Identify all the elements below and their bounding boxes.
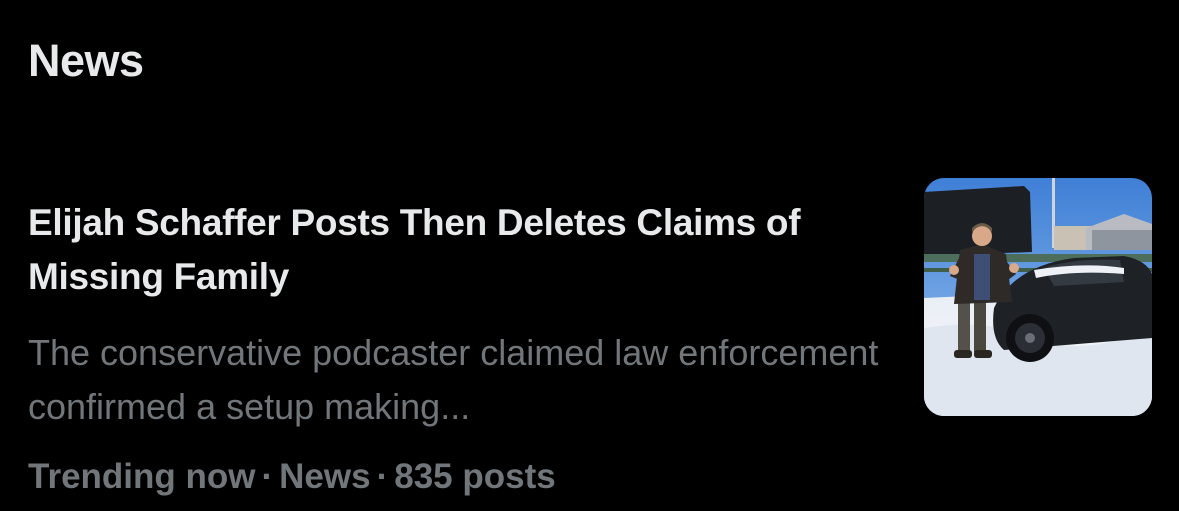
meta-separator: ·: [376, 457, 389, 496]
meta-separator: ·: [261, 457, 274, 496]
post-count: 835 posts: [394, 457, 556, 496]
thumbnail-image: [924, 178, 1152, 416]
news-story-card[interactable]: Elijah Schaffer Posts Then Deletes Claim…: [0, 176, 1179, 511]
story-headline[interactable]: Elijah Schaffer Posts Then Deletes Claim…: [28, 196, 888, 304]
story-meta: Trending now · News · 835 posts: [28, 450, 556, 504]
story-summary: The conservative podcaster claimed law e…: [28, 332, 879, 427]
section-title: News: [28, 35, 144, 86]
story-category: News: [279, 457, 371, 496]
story-thumbnail[interactable]: [924, 178, 1152, 416]
trending-status: Trending now: [28, 457, 256, 496]
